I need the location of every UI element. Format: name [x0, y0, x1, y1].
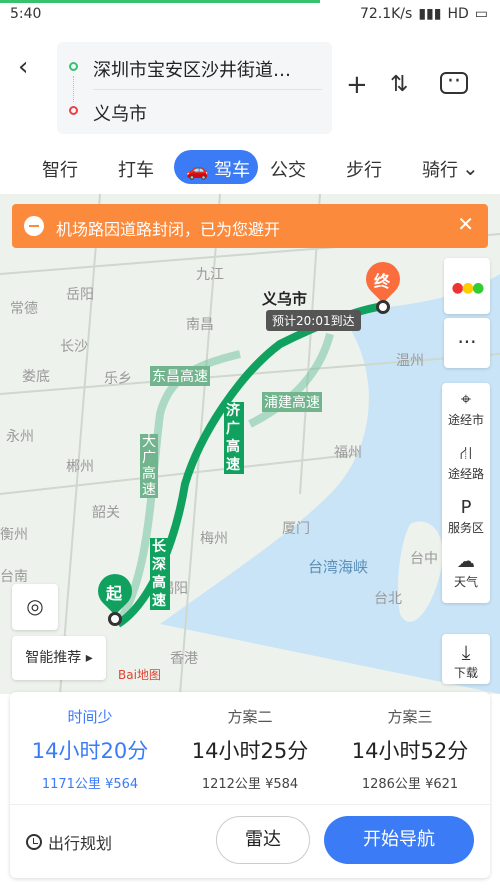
- locate-button[interactable]: ◎: [12, 584, 58, 630]
- traffic-button[interactable]: ●●●: [444, 258, 490, 314]
- service-area-button[interactable]: P 服务区: [442, 491, 490, 543]
- route-header: ‹ 深圳市宝安区沙井街道… 义乌市 + ⇅ ··: [0, 32, 500, 142]
- weather-button[interactable]: ☁ 天气: [442, 545, 490, 597]
- address-box: 深圳市宝安区沙井街道… 义乌市: [57, 42, 332, 134]
- map-logo: Bai地图: [118, 668, 161, 682]
- tab-bus[interactable]: 公交: [270, 156, 306, 182]
- more-icon: ···: [457, 330, 477, 354]
- alert-text: 机场路因道路封闭，已为您避开: [56, 220, 281, 239]
- battery-icon: ▭: [474, 6, 488, 22]
- tab-drive[interactable]: 🚗 驾车: [174, 150, 258, 184]
- back-icon[interactable]: ‹: [18, 52, 48, 82]
- clock-icon: [26, 834, 42, 850]
- map-canvas: [0, 194, 500, 694]
- close-icon[interactable]: ✕: [457, 212, 474, 236]
- route-icon: ⛙: [459, 443, 473, 464]
- via-road-button[interactable]: ⛙ 途经路: [442, 437, 490, 489]
- route-option-3[interactable]: 方案三 14小时52分 1286公里 ¥621: [330, 692, 490, 802]
- trip-plan-button[interactable]: 出行规划: [26, 830, 112, 854]
- parking-icon: P: [460, 497, 472, 518]
- end-dot-icon: [69, 106, 78, 115]
- location-pin-icon: ⌖: [460, 389, 472, 410]
- radar-button[interactable]: 雷达: [216, 816, 310, 864]
- network-speed: 72.1K/s: [359, 6, 413, 22]
- tab-bike[interactable]: 骑行: [422, 156, 458, 182]
- add-stop-icon[interactable]: +: [346, 70, 368, 100]
- swap-icon[interactable]: ⇅: [390, 72, 408, 97]
- start-point-icon: [108, 612, 122, 626]
- cloud-icon: ☁: [457, 551, 475, 572]
- strait-label: 台湾海峡: [308, 558, 369, 576]
- map-tools: ⌖ 途经市 ⛙ 途经路 P 服务区 ☁ 天气: [442, 383, 490, 603]
- route-option-2[interactable]: 方案二 14小时25分 1212公里 ¥584: [170, 692, 330, 802]
- tab-taxi[interactable]: 打车: [118, 156, 154, 182]
- chevron-down-icon[interactable]: ⌄: [462, 156, 479, 180]
- smart-recommend-button[interactable]: 智能推荐 ▸: [12, 636, 106, 680]
- progress-bar: [0, 0, 320, 3]
- end-point-icon: [376, 300, 390, 314]
- status-time: 5:40: [10, 6, 42, 22]
- destination-label: 义乌市: [262, 290, 308, 308]
- play-icon: ▸: [85, 650, 93, 666]
- road-closure-alert[interactable]: 机场路因道路封闭，已为您避开 ✕: [12, 204, 488, 248]
- crosshair-icon: ◎: [26, 594, 44, 618]
- traffic-light-icon: ●●●: [451, 280, 485, 296]
- download-icon: ⤓: [461, 640, 471, 664]
- map-view[interactable]: 九江 岳阳 常德 南昌 长沙 娄底 乐乡 永州 郴州 韶关 梅州 揭阳 厦门 福…: [0, 194, 500, 694]
- mode-tabs: 智行 打车 🚗 驾车 公交 步行 骑行 ⌄: [0, 142, 500, 194]
- end-field[interactable]: 义乌市: [93, 100, 147, 126]
- start-dot-icon: [69, 62, 78, 71]
- car-settings-icon[interactable]: ··: [440, 71, 468, 94]
- route-panel: 时间少 14小时20分 1171公里 ¥564 方案二 14小时25分 1212…: [10, 692, 490, 878]
- status-bar: 5:40 72.1K/s ▮▮▮ HD ▭: [0, 0, 500, 32]
- car-icon: 🚗: [186, 160, 215, 181]
- tab-smart[interactable]: 智行: [42, 156, 78, 182]
- download-button[interactable]: ⤓ 下载: [442, 634, 490, 684]
- via-city-button[interactable]: ⌖ 途经市: [442, 383, 490, 435]
- hd-label: HD: [447, 6, 469, 22]
- start-field[interactable]: 深圳市宝安区沙井街道…: [93, 56, 291, 82]
- status-right: 72.1K/s ▮▮▮ HD ▭: [360, 6, 488, 22]
- start-navigation-button[interactable]: 开始导航: [324, 816, 474, 864]
- more-button[interactable]: ···: [444, 318, 490, 368]
- tab-walk[interactable]: 步行: [346, 156, 382, 182]
- eta-label: 预计20:01到达: [266, 310, 361, 331]
- minus-icon: [24, 216, 44, 236]
- signal-icon: ▮▮▮: [418, 6, 442, 22]
- route-option-1[interactable]: 时间少 14小时20分 1171公里 ¥564: [10, 692, 170, 802]
